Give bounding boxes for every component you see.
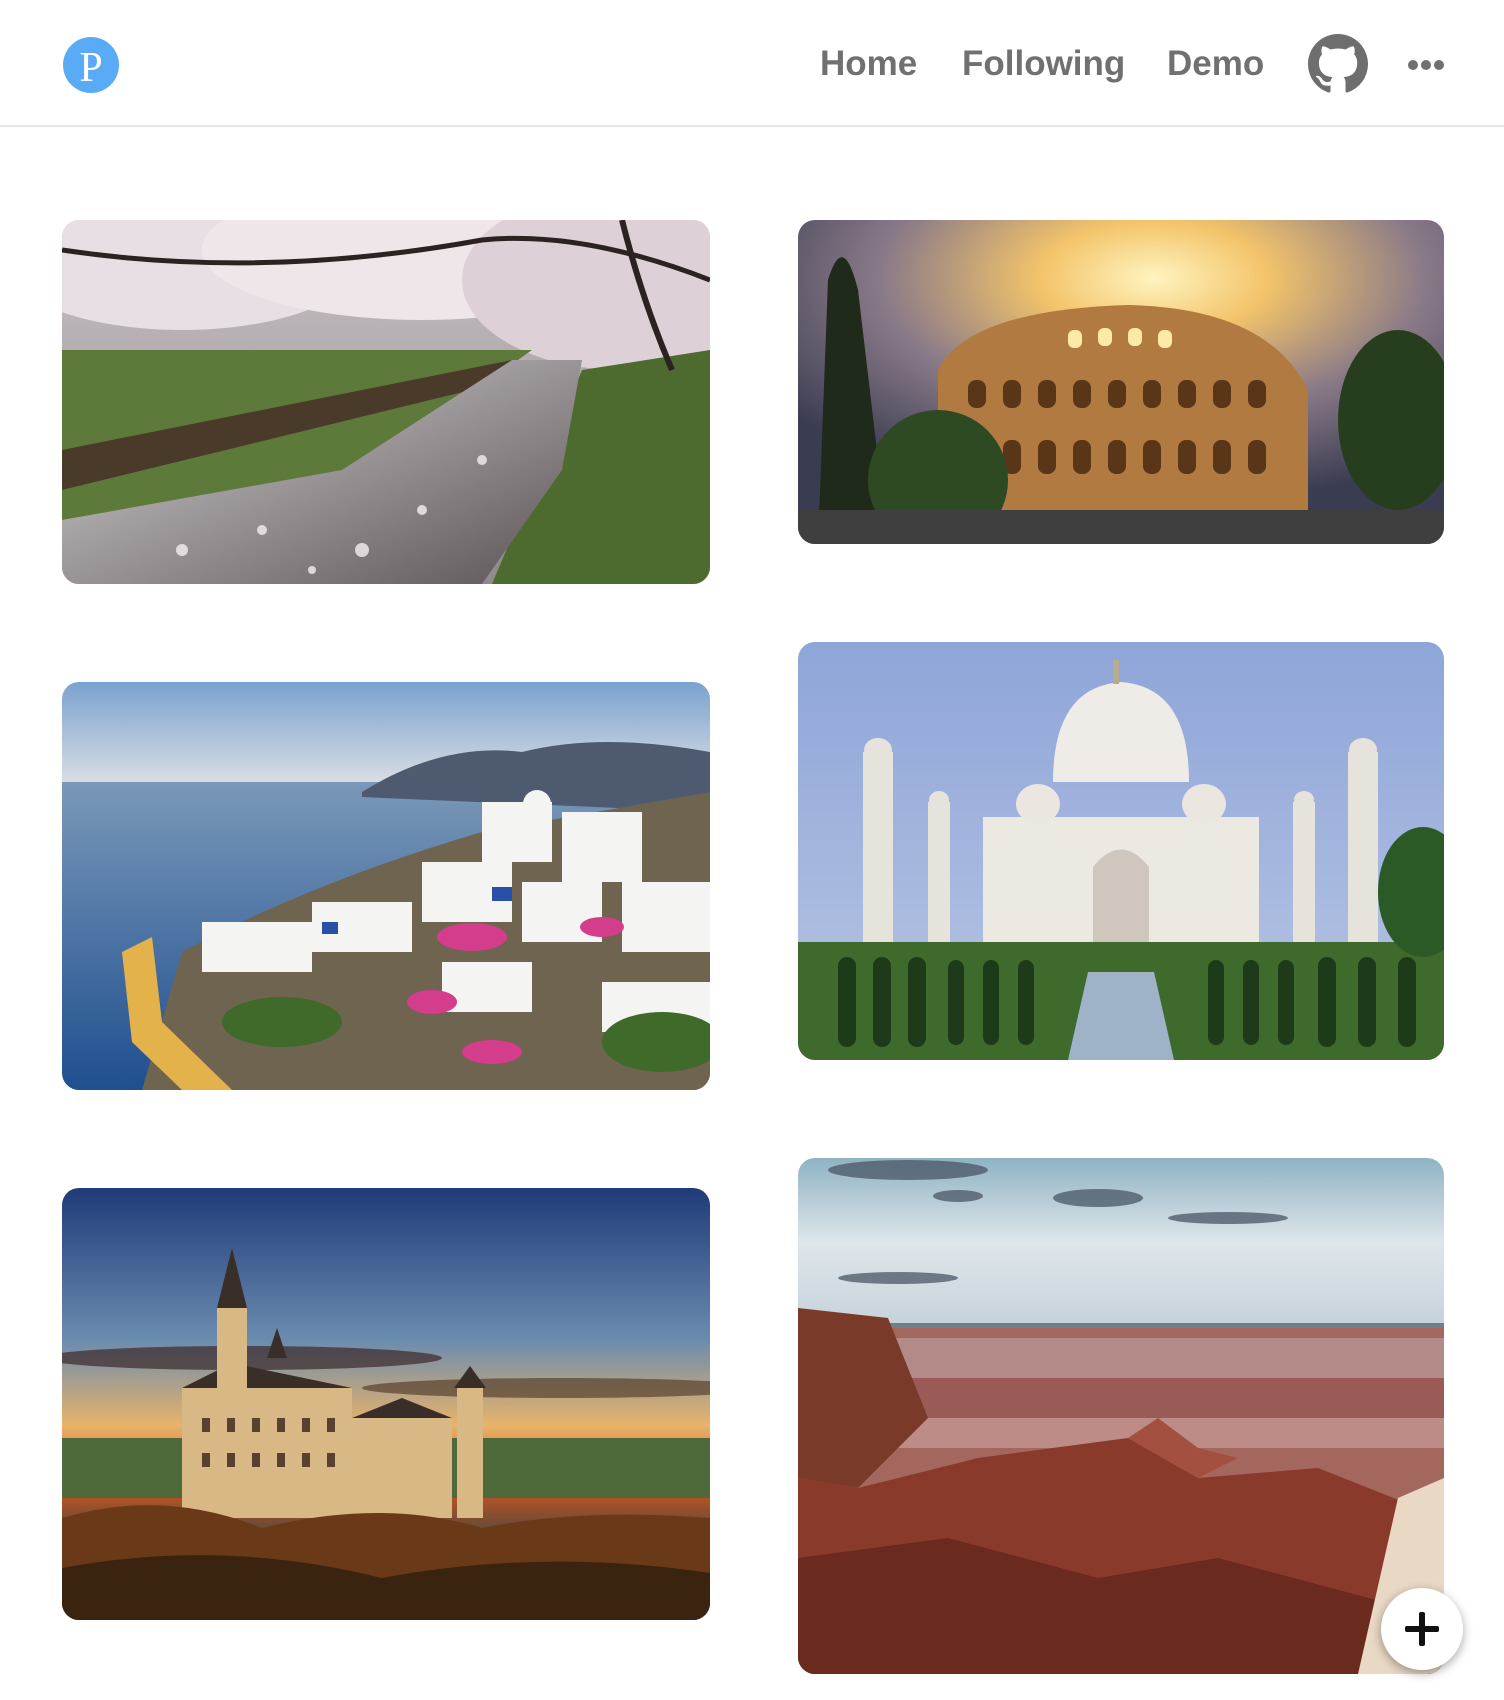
pin-card-grand-canyon[interactable] [798, 1158, 1444, 1674]
grand-canyon-photo [798, 1158, 1444, 1674]
colosseum-photo [798, 220, 1444, 544]
santorini-photo [62, 682, 710, 1090]
pin-card-colosseum[interactable] [798, 220, 1444, 544]
nav-home[interactable]: Home [820, 44, 917, 84]
taj-mahal-photo [798, 642, 1444, 1060]
add-pin-button[interactable] [1381, 1588, 1463, 1670]
cherry-blossom-photo [62, 220, 710, 584]
nav-demo[interactable]: Demo [1167, 44, 1264, 84]
nav-following[interactable]: Following [962, 44, 1125, 84]
logo-letter: P [79, 45, 102, 91]
pin-card-taj-mahal[interactable] [798, 642, 1444, 1060]
github-icon[interactable] [1308, 34, 1368, 94]
top-header: P Home Following Demo [0, 0, 1504, 127]
pin-card-santorini[interactable] [62, 682, 710, 1090]
pin-card-castle[interactable] [62, 1188, 710, 1620]
more-horizontal-icon[interactable] [1406, 50, 1446, 80]
plus-icon [1405, 1612, 1439, 1646]
pin-logo-icon[interactable]: P [63, 37, 119, 93]
pin-card-cherry-blossom[interactable] [62, 220, 710, 584]
castle-photo [62, 1188, 710, 1620]
app-page: P Home Following Demo [0, 0, 1504, 1700]
